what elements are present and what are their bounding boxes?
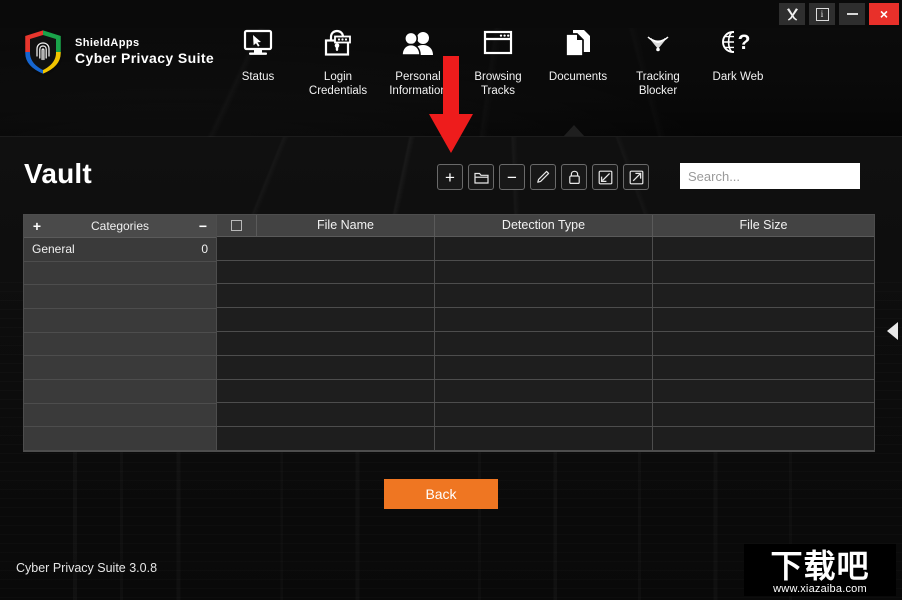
minus-icon: − [507,167,517,187]
pencil-icon [536,170,550,184]
category-row-empty [24,261,216,286]
export-button[interactable] [623,164,649,190]
nav-label-browsing-tracks: Browsing Tracks [474,71,522,97]
column-header-file-size[interactable]: File Size [653,215,874,236]
category-row-empty [24,427,216,451]
svg-text:?: ? [738,31,751,54]
category-row-empty [24,356,216,380]
documents-icon [564,22,592,64]
category-count: 0 [201,242,208,257]
categories-panel: + Categories − General 0 [23,214,216,452]
info-button[interactable]: i [809,3,835,25]
nav-label-login-credentials: Login Credentials [308,71,368,97]
file-row-empty [217,284,874,309]
close-button[interactable]: × [869,3,899,25]
remove-button[interactable]: − [499,164,525,190]
remove-category-button[interactable]: − [197,219,209,233]
add-folder-button[interactable] [468,164,494,190]
nav-item-dark-web[interactable]: ? Dark Web [698,22,778,85]
people-icon [401,22,435,64]
padlock-password-icon [323,22,353,64]
file-row-empty [217,403,874,428]
import-arrow-icon [598,170,613,185]
nav-item-documents[interactable]: Documents [538,22,618,85]
page-title: Vault [24,158,92,189]
categories-header: + Categories − [24,215,216,238]
category-row-empty [24,332,216,357]
add-category-button[interactable]: + [31,219,43,233]
back-button[interactable]: Back [384,479,498,509]
shield-fingerprint-logo [22,28,64,76]
minimize-icon [846,13,858,15]
file-row-empty [217,332,874,356]
category-row-empty [24,308,216,333]
file-list-rows [217,236,874,451]
wrench-screwdriver-icon [785,7,800,22]
file-row-empty [217,236,874,261]
nav-item-browsing-tracks[interactable]: Browsing Tracks [458,22,538,98]
watermark-text: 下载吧 [770,547,870,585]
nav-item-login-credentials[interactable]: Login Credentials [298,22,378,98]
file-row-empty [217,260,874,285]
file-row-empty [217,379,874,404]
category-row-empty [24,403,216,428]
vault-table: + Categories − General 0 File Name Detec… [23,214,875,452]
main-navigation: Status Login Credentials Personal Inform… [218,22,778,98]
nav-item-personal-information[interactable]: Personal Information [378,22,458,98]
app-window: ShieldApps Cyber Privacy Suite Status Lo… [0,0,902,600]
edit-button[interactable] [530,164,556,190]
add-button[interactable]: + [437,164,463,190]
nav-label-dark-web: Dark Web [712,71,764,83]
search-input[interactable] [680,163,860,189]
categories-header-label: Categories [90,218,150,233]
export-arrow-icon [629,170,644,185]
brand-logo: ShieldApps Cyber Privacy Suite [22,28,214,76]
browser-window-icon [483,22,513,64]
column-header-file-name[interactable]: File Name [257,215,435,236]
nav-label-documents: Documents [548,71,608,83]
category-row-empty [24,285,216,309]
watermark-url: www.xiazaiba.com [773,583,867,595]
import-button[interactable] [592,164,618,190]
file-row-empty [217,355,874,380]
close-icon: × [879,6,889,22]
nav-item-tracking-blocker[interactable]: Tracking Blocker [618,22,698,98]
nav-label-status: Status [241,71,275,83]
version-label: Cyber Privacy Suite 3.0.8 [16,561,158,575]
folder-icon [473,171,489,184]
nav-label-personal-information: Personal Information [389,71,447,97]
brand-name: ShieldApps [75,36,140,49]
globe-question-icon: ? [721,22,755,64]
category-row-empty [24,379,216,404]
category-row-general[interactable]: General 0 [24,237,216,262]
category-name: General [32,242,75,257]
column-header-detection-type[interactable]: Detection Type [435,215,653,236]
radar-signal-icon [643,22,673,64]
product-name: Cyber Privacy Suite [75,50,215,67]
window-controls: i × [779,3,899,25]
vault-toolbar: + − [437,164,649,190]
file-row-empty [217,427,874,451]
monitor-icon [243,22,273,64]
site-watermark: 下载吧 www.xiazaiba.com [744,544,896,596]
file-list-header: File Name Detection Type File Size [217,215,874,237]
info-icon: i [815,7,829,21]
select-all-checkbox[interactable] [231,219,242,231]
tools-button[interactable] [779,3,805,25]
lock-button[interactable] [561,164,587,190]
select-all-cell [217,215,257,236]
nav-label-tracking-blocker: Tracking Blocker [636,71,680,97]
minimize-button[interactable] [839,3,865,25]
nav-item-status[interactable]: Status [218,22,298,85]
file-row-empty [217,308,874,333]
collapse-left-arrow-icon[interactable] [887,322,898,340]
padlock-icon [568,170,581,185]
file-list-panel: File Name Detection Type File Size [216,214,875,452]
header-divider [0,136,902,137]
plus-icon: + [445,167,455,187]
brand-text: ShieldApps Cyber Privacy Suite [75,36,215,67]
title-bar: i × [0,0,902,28]
